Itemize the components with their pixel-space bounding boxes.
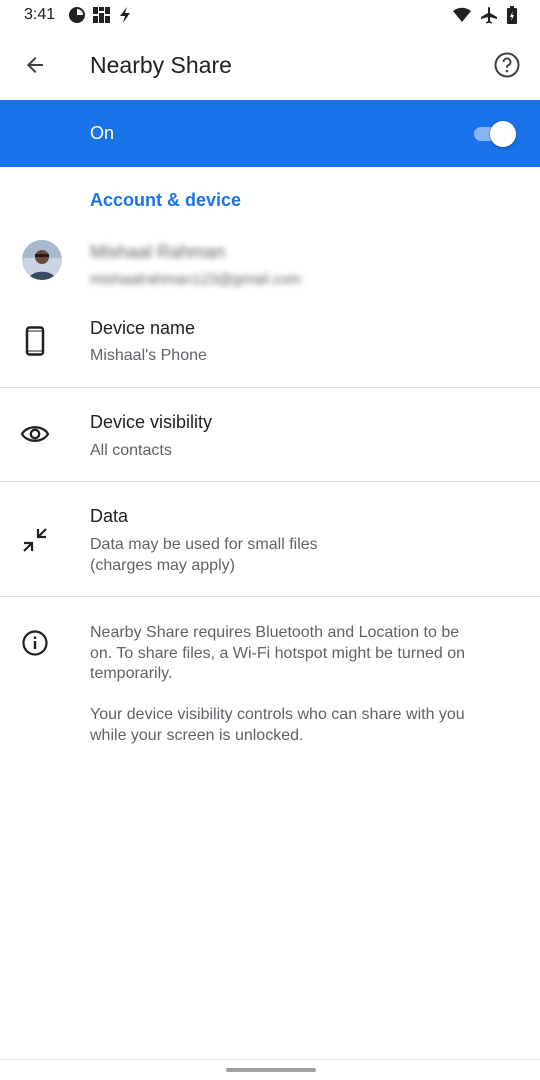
- section-header-account-device: Account & device: [90, 190, 242, 210]
- airplane-icon: [480, 6, 498, 29]
- info-text-line5: while your screen is unlocked.: [90, 727, 304, 744]
- bolt-icon: [118, 6, 132, 29]
- master-toggle-switch[interactable]: [474, 121, 516, 147]
- battery-icon: [506, 6, 518, 29]
- info-text-line4: Your device visibility controls who can …: [90, 706, 465, 723]
- data-description-line1: Data may be used for small files: [90, 536, 318, 553]
- data-row[interactable]: Data Data may be used for small files (c…: [0, 482, 540, 596]
- info-text-line1: Nearby Share requires Bluetooth and Loca…: [90, 624, 460, 641]
- account-name: Mishaal Rahman: [90, 242, 226, 262]
- pie-chart-icon: [68, 6, 86, 29]
- info-text-line2: on. To share files, a Wi-Fi hotspot migh…: [90, 645, 466, 662]
- device-name-row[interactable]: Device name Mishaal's Phone: [0, 308, 540, 386]
- phone-icon: [18, 324, 52, 358]
- back-button[interactable]: [18, 50, 52, 84]
- page-title: Nearby Share: [90, 52, 232, 78]
- toggle-thumb: [490, 121, 516, 147]
- data-description-line2: (charges may apply): [90, 557, 235, 574]
- help-circle-icon: [493, 51, 521, 84]
- eye-icon: [18, 417, 52, 451]
- arrow-back-icon: [23, 53, 47, 82]
- divider: [0, 596, 540, 597]
- status-left-icons: [68, 6, 132, 29]
- master-switch-bar[interactable]: On: [0, 100, 540, 167]
- master-switch-label: On: [90, 123, 115, 143]
- gesture-nav-handle[interactable]: [226, 1068, 316, 1072]
- info-text-line3: temporarily.: [90, 665, 173, 682]
- status-bar: 3:41: [0, 0, 540, 32]
- compress-arrows-icon: [18, 523, 52, 557]
- data-title: Data: [90, 506, 129, 526]
- account-row[interactable]: Mishaal Rahman mishaalrahman123@gmail.co…: [0, 228, 540, 292]
- nav-bar-divider: [0, 1059, 540, 1060]
- device-name-title: Device name: [90, 318, 196, 338]
- info-icon: [18, 626, 52, 660]
- device-visibility-title: Device visibility: [90, 412, 213, 432]
- device-visibility-row[interactable]: Device visibility All contacts: [0, 388, 540, 481]
- account-email: mishaalrahman123@gmail.com: [90, 271, 302, 288]
- status-right-icons: [452, 6, 518, 29]
- device-visibility-value: All contacts: [90, 442, 172, 459]
- grid-app-icon: [92, 6, 112, 29]
- status-time: 3:41: [24, 6, 56, 23]
- device-name-value: Mishaal's Phone: [90, 347, 207, 364]
- avatar: [22, 240, 62, 280]
- wifi-icon: [452, 6, 472, 29]
- app-bar: Nearby Share: [0, 32, 540, 100]
- help-button[interactable]: [490, 50, 524, 84]
